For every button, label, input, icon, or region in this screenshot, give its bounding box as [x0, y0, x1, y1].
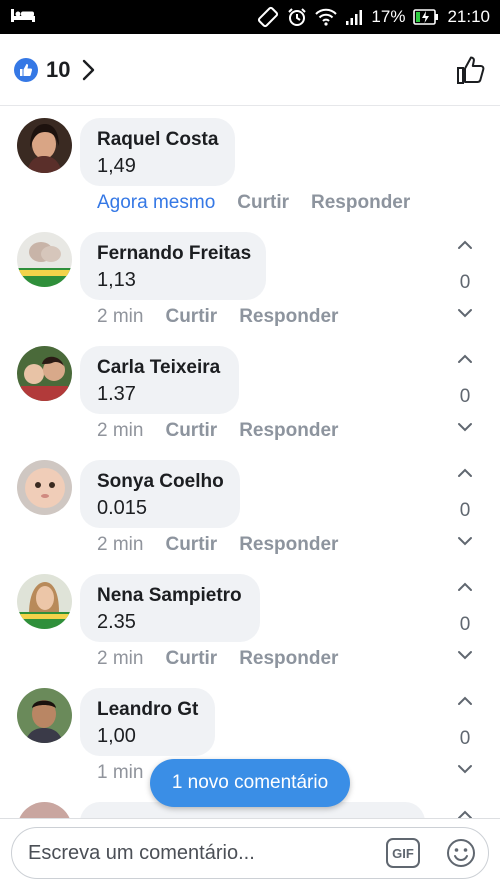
vote-count: 0	[459, 386, 471, 407]
comment-time: 2 min	[97, 648, 144, 669]
comment-bubble[interactable]: Fernando Freitas 1,13	[80, 232, 266, 300]
comment-time: Agora mesmo	[97, 192, 216, 213]
composer-box: GIF	[11, 827, 489, 879]
downvote-chevron-icon[interactable]	[456, 422, 474, 434]
downvote-chevron-icon[interactable]	[456, 308, 474, 320]
avatar[interactable]	[17, 232, 72, 287]
comment-bubble[interactable]: Nena Sampietro 2.35	[80, 574, 260, 642]
like-badge-icon[interactable]	[14, 57, 38, 82]
emoji-icon[interactable]	[446, 838, 476, 868]
alarm-icon	[287, 7, 307, 27]
comment-bubble[interactable]: Carla Teixeira 1.37	[80, 346, 239, 414]
comment-meta: 2 min Curtir Responder	[97, 420, 360, 442]
comment-text: 1,13	[97, 269, 136, 291]
comment-bubble[interactable]: Leandro Gt 1,00	[80, 688, 215, 756]
comment-text: 2.35	[97, 611, 136, 633]
bed-icon	[10, 6, 36, 29]
vote-count: 0	[459, 614, 471, 635]
comment-time: 2 min	[97, 420, 144, 441]
comment-item: Nena Sampietro 2.35 2 min Curtir Respond…	[0, 562, 500, 676]
avatar[interactable]	[17, 460, 72, 515]
clock-time: 21:10	[447, 7, 490, 26]
vote-control: 0	[450, 220, 480, 334]
like-count[interactable]: 10	[46, 57, 70, 83]
like-link[interactable]: Curtir	[165, 420, 217, 442]
comment-author[interactable]: Sonya Coelho	[97, 470, 224, 494]
like-link[interactable]: Curtir	[165, 534, 217, 556]
comment-item: Carla Teixeira 1.37 2 min Curtir Respond…	[0, 334, 500, 448]
reactions-header: 10	[0, 34, 500, 106]
comment-text: 0.015	[97, 497, 148, 519]
avatar[interactable]	[17, 802, 72, 818]
vote-control	[450, 790, 480, 818]
upvote-chevron-icon[interactable]	[456, 468, 474, 480]
wifi-icon	[315, 8, 338, 26]
comment-meta: 2 min Curtir Responder	[97, 534, 360, 556]
avatar[interactable]	[17, 346, 72, 401]
comment-time: 2 min	[97, 534, 144, 555]
comment-author[interactable]: Fernando Freitas	[97, 242, 251, 266]
upvote-chevron-icon[interactable]	[456, 810, 474, 818]
comment-list[interactable]: Raquel Costa 1,49 Agora mesmo Curtir Res…	[0, 106, 500, 818]
comment-item: Sonya Coelho 0.015 2 min Curtir Responde…	[0, 448, 500, 562]
comment-author[interactable]: Carla Teixeira	[97, 356, 222, 380]
gif-icon[interactable]: GIF	[386, 838, 420, 868]
comment-author[interactable]: Leandro Gt	[97, 698, 198, 722]
vote-count: 0	[459, 500, 471, 521]
signal-icon	[345, 9, 363, 25]
upvote-chevron-icon[interactable]	[456, 240, 474, 252]
comment-composer: GIF	[0, 818, 500, 889]
thumbs-up-outline-icon[interactable]	[456, 55, 486, 85]
comment-time: 1 min	[97, 762, 144, 783]
vote-control: 0	[450, 676, 480, 790]
upvote-chevron-icon[interactable]	[456, 354, 474, 366]
vote-control: 0	[450, 334, 480, 448]
reply-link[interactable]: Responder	[239, 648, 338, 670]
avatar[interactable]	[17, 118, 72, 173]
like-link[interactable]: Curtir	[237, 192, 289, 214]
comment-input[interactable]	[28, 841, 386, 865]
comment-author[interactable]: Raquel Costa	[97, 128, 218, 152]
comment-item: Raquel Costa 1,49 Agora mesmo Curtir Res…	[0, 106, 500, 220]
battery-percent: 17%	[371, 7, 406, 26]
comment-author[interactable]: Nena Sampietro	[97, 584, 243, 608]
comment-text: 1.37	[97, 383, 136, 405]
vote-count: 0	[459, 272, 471, 293]
chevron-right-icon[interactable]	[82, 59, 96, 81]
comment-meta: 2 min Curtir Responder	[97, 306, 360, 328]
reply-link[interactable]: Responder	[239, 306, 338, 328]
comment-item: Fernando Freitas 1,13 2 min Curtir Respo…	[0, 220, 500, 334]
comment-meta: 2 min Curtir Responder	[97, 648, 360, 670]
comment-time: 2 min	[97, 306, 144, 327]
upvote-chevron-icon[interactable]	[456, 696, 474, 708]
vote-control: 0	[450, 562, 480, 676]
reply-link[interactable]: Responder	[239, 420, 338, 442]
comment-bubble[interactable]: Raquel Costa 1,49	[80, 118, 235, 186]
downvote-chevron-icon[interactable]	[456, 536, 474, 548]
upvote-chevron-icon[interactable]	[456, 582, 474, 594]
reply-link[interactable]: Responder	[239, 534, 338, 556]
new-comment-toast[interactable]: 1 novo comentário	[150, 759, 350, 807]
comment-text: 1,49	[97, 155, 136, 177]
downvote-chevron-icon[interactable]	[456, 764, 474, 776]
vote-count: 0	[459, 728, 471, 749]
comment-text: 1,00	[97, 725, 136, 747]
status-bar: 17% 21:10	[0, 0, 500, 34]
avatar[interactable]	[17, 688, 72, 743]
screen-rotate-icon	[257, 6, 279, 28]
avatar[interactable]	[17, 574, 72, 629]
comment-meta: Agora mesmo Curtir Responder	[97, 192, 432, 214]
like-link[interactable]: Curtir	[165, 648, 217, 670]
comment-bubble[interactable]: Sonya Coelho 0.015	[80, 460, 240, 528]
battery-charging-icon	[413, 9, 439, 25]
vote-control: 0	[450, 448, 480, 562]
reply-link[interactable]: Responder	[311, 192, 410, 214]
downvote-chevron-icon[interactable]	[456, 650, 474, 662]
like-link[interactable]: Curtir	[165, 306, 217, 328]
